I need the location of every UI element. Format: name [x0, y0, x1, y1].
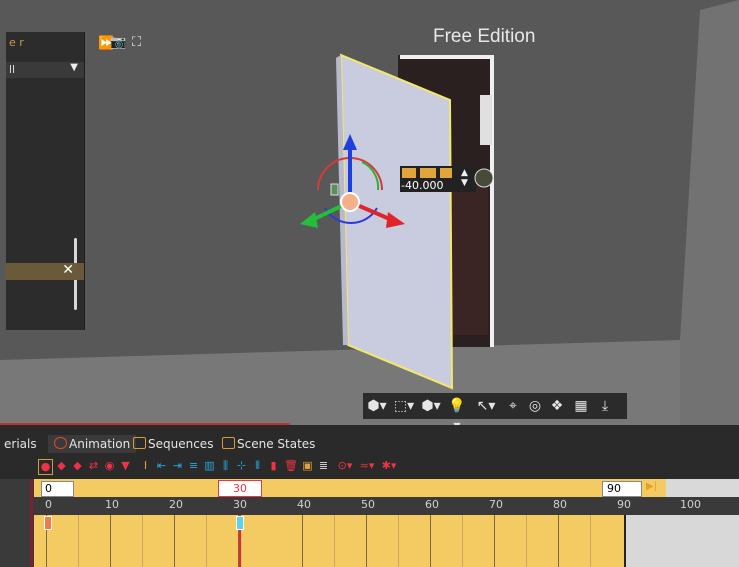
- keyframe-marker-current[interactable]: [236, 516, 244, 530]
- stop-icon[interactable]: ▮: [268, 459, 279, 473]
- list-item[interactable]: ✕: [6, 262, 84, 280]
- grid-line: [366, 515, 367, 567]
- render-mode-icon[interactable]: ⬢▾: [365, 396, 389, 416]
- go-start-icon[interactable]: ⇤: [156, 459, 167, 473]
- curve-icon[interactable]: ≈▾: [358, 459, 376, 473]
- 3d-viewport[interactable]: Free Edition -40.000 ▲ ▼ ⏩ 📷 ⛶ e r ll ▼ ✕…: [0, 0, 739, 425]
- tick-label: 0: [45, 498, 52, 511]
- start-frame-field[interactable]: 0: [41, 481, 74, 497]
- panel-divider: [0, 423, 290, 425]
- grid-line: [174, 515, 175, 567]
- light-icon[interactable]: 💡▾: [445, 396, 469, 425]
- grid-line: [142, 515, 143, 567]
- link-icon[interactable]: ⊙▾: [336, 459, 354, 473]
- frame-icon[interactable]: ⛶: [132, 35, 141, 50]
- list-icon[interactable]: ≣: [318, 459, 329, 473]
- filter-icon[interactable]: ▼: [120, 459, 131, 473]
- frame-ruler[interactable]: 0 10 20 30 40 50 60 70 80 90 100: [34, 497, 739, 515]
- free-edition-watermark: Free Edition: [433, 26, 536, 47]
- scene-tree-panel: e r ll ▼ ✕: [6, 32, 85, 330]
- grid-line: [206, 515, 207, 567]
- distribute-icon[interactable]: ▥: [204, 459, 215, 473]
- gizmo-stepper-icon[interactable]: ▲ ▼: [461, 168, 468, 188]
- bars-icon[interactable]: ⫴: [252, 459, 263, 473]
- grid-line: [334, 515, 335, 567]
- tick-label: 10: [105, 498, 119, 511]
- animation-toolbar: ● ◆ ◆ ⇄ ◉ ▼ I ⇤ ⇥ ≡ ▥ ⫼ ⊹ ⫴ ▮ 🗑 ▣ ≣ ⊙▾ ≈…: [36, 459, 476, 477]
- tab-materials[interactable]: erials: [4, 435, 37, 453]
- tick-label: 80: [553, 498, 567, 511]
- tick-label: 40: [297, 498, 311, 511]
- end-marker-icon[interactable]: ▶|: [646, 481, 657, 492]
- viewport-toolbar: ⬢▾ ⬚▾ ⬢▾ 💡▾ ↖▾ ⌖ ◎ ❖ ▦ ⤓: [363, 393, 627, 425]
- animation-icon: [54, 437, 67, 449]
- current-frame-field[interactable]: 30: [218, 480, 262, 497]
- tab-label: Sequences: [148, 437, 214, 451]
- ground-icon[interactable]: ⤓: [595, 396, 615, 416]
- spread-icon[interactable]: ⫼: [220, 459, 231, 473]
- go-end-icon[interactable]: ⇥: [172, 459, 183, 473]
- grid-line: [494, 515, 495, 567]
- materials-icon[interactable]: ❖: [547, 396, 567, 416]
- tick-label: 30: [233, 498, 247, 511]
- tab-bar: erials Animation Sequences Scene States: [0, 433, 739, 455]
- tick-label: 100: [680, 498, 701, 511]
- grid-line: [110, 515, 111, 567]
- object-icon[interactable]: ⬢▾: [419, 396, 443, 416]
- track-list-strip: [0, 479, 34, 567]
- close-icon[interactable]: ✕: [62, 262, 74, 278]
- track-divider: [30, 479, 33, 567]
- delete-icon[interactable]: 🗑: [284, 459, 298, 473]
- settings-icon[interactable]: ✱▾: [380, 459, 398, 473]
- grid-line: [526, 515, 527, 567]
- tick-label: 90: [617, 498, 631, 511]
- tab-animation[interactable]: Animation: [48, 435, 137, 453]
- time-range-bar[interactable]: 0 30 90 ▶|: [34, 479, 739, 497]
- align-icon[interactable]: ≡: [188, 459, 199, 473]
- grid-line: [590, 515, 591, 567]
- cut-icon[interactable]: I: [140, 459, 151, 473]
- tab-label: Scene States: [237, 437, 316, 451]
- record-icon[interactable]: ●: [38, 459, 53, 475]
- end-line: [624, 515, 626, 567]
- gizmo-angle-value[interactable]: -40.000: [401, 180, 457, 192]
- grid-line: [302, 515, 303, 567]
- end-frame-field[interactable]: 90: [602, 481, 642, 497]
- keyframe-tracks[interactable]: [34, 515, 739, 567]
- sequence-icon: [133, 437, 146, 449]
- tick-label: 60: [425, 498, 439, 511]
- grid-icon[interactable]: ▦: [571, 396, 591, 416]
- filter-value: ll: [9, 63, 16, 76]
- tick-label: 20: [169, 498, 183, 511]
- grid-line: [398, 515, 399, 567]
- zoom-icon[interactable]: ◎: [525, 396, 545, 416]
- folder-icon[interactable]: ▣: [302, 459, 313, 473]
- camera-icon[interactable]: 📷: [110, 35, 126, 50]
- out-of-range-area: [666, 479, 739, 497]
- key-add-icon[interactable]: ◆: [56, 459, 67, 473]
- keyframe-marker[interactable]: [44, 516, 52, 530]
- grid-line: [558, 515, 559, 567]
- search-input[interactable]: e r: [6, 36, 87, 52]
- tick-label: 50: [361, 498, 375, 511]
- key-remove-icon[interactable]: ◆: [72, 459, 83, 473]
- select-cursor-icon[interactable]: ↖▾: [473, 396, 499, 416]
- out-of-range-area: [626, 515, 739, 567]
- view-frame-icon[interactable]: ⬚▾: [391, 396, 417, 416]
- tab-scene-states[interactable]: Scene States: [222, 435, 315, 453]
- tab-sequences[interactable]: Sequences: [133, 435, 213, 453]
- scene-state-icon: [222, 437, 235, 449]
- filter-dropdown[interactable]: ll ▼: [6, 62, 84, 78]
- tab-label: Animation: [69, 437, 131, 451]
- target-icon[interactable]: ⌖: [503, 396, 523, 416]
- loop-icon[interactable]: ⇄: [88, 459, 99, 473]
- chevron-down-icon: ▼: [70, 62, 78, 73]
- grid-line: [462, 515, 463, 567]
- visibility-icon[interactable]: ◉: [104, 459, 115, 473]
- scene-render: [0, 0, 739, 425]
- grid-line: [430, 515, 431, 567]
- split-icon[interactable]: ⊹: [236, 459, 247, 473]
- grid-line: [78, 515, 79, 567]
- tick-label: 70: [489, 498, 503, 511]
